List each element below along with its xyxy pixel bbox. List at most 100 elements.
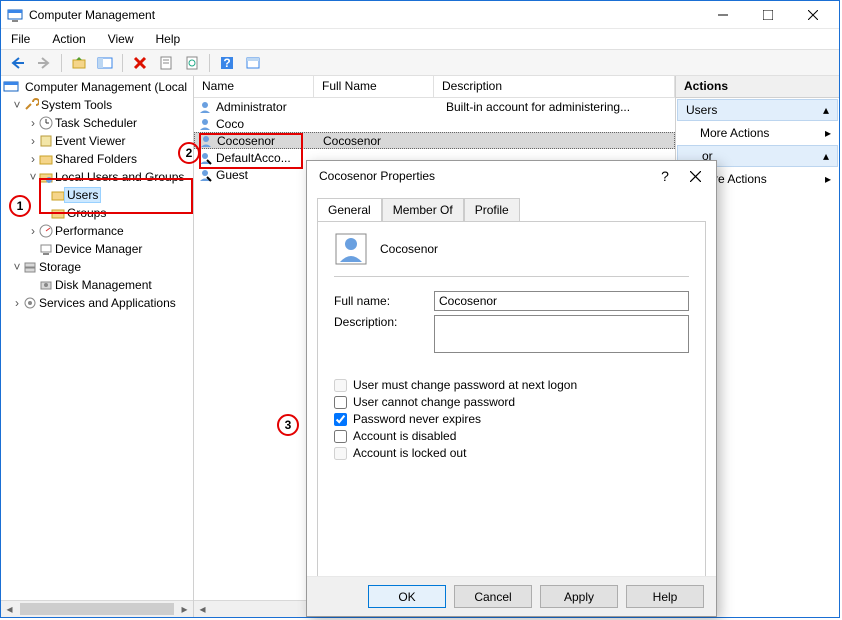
col-name[interactable]: Name [194, 76, 314, 97]
checkbox-never-expires[interactable] [334, 413, 347, 426]
tree-device-manager[interactable]: Device Manager [1, 240, 193, 258]
device-icon [39, 242, 53, 256]
disk-icon [39, 278, 53, 292]
menubar: File Action View Help [1, 29, 839, 49]
tree-system-tools[interactable]: ˅System Tools [1, 96, 193, 114]
user-disabled-icon [198, 168, 212, 182]
collapse-icon[interactable]: ˅ [27, 170, 39, 184]
check-must-change: User must change password at next logon [334, 378, 689, 392]
expand-icon[interactable]: › [27, 224, 39, 238]
services-icon [23, 296, 37, 310]
check-disabled[interactable]: Account is disabled [334, 429, 689, 443]
col-description[interactable]: Description [434, 76, 675, 97]
checkbox-disabled[interactable] [334, 430, 347, 443]
titlebar: Computer Management [1, 1, 839, 29]
tab-member-of[interactable]: Member Of [382, 198, 464, 222]
svg-text:?: ? [223, 56, 230, 70]
menu-help[interactable]: Help [152, 31, 185, 47]
folder-icon [51, 188, 65, 202]
back-button[interactable] [7, 52, 29, 74]
menu-view[interactable]: View [104, 31, 138, 47]
checkbox-cannot-change[interactable] [334, 396, 347, 409]
maximize-button[interactable] [746, 4, 790, 26]
description-row: Description: [334, 315, 689, 353]
user-icon [199, 134, 213, 148]
collapse-icon: ▴ [823, 149, 829, 163]
toolbar: ? [1, 49, 839, 76]
user-row[interactable]: Administrator Built-in account for admin… [194, 98, 675, 115]
collapse-icon[interactable]: ˅ [11, 260, 23, 274]
help-button[interactable]: ? [216, 52, 238, 74]
up-button[interactable] [68, 52, 90, 74]
dialog-title: Cocosenor Properties [313, 169, 650, 183]
tree-performance[interactable]: ›Performance [1, 222, 193, 240]
expand-icon[interactable]: › [11, 296, 23, 310]
dialog-close-button[interactable] [680, 164, 710, 188]
close-button[interactable] [791, 4, 835, 26]
submenu-icon: ▸ [825, 126, 831, 140]
checkbox-must-change [334, 379, 347, 392]
folder-icon [39, 152, 53, 166]
tree-local-users-groups[interactable]: ˅Local Users and Groups [1, 168, 193, 186]
refresh-button[interactable] [181, 52, 203, 74]
app-icon [3, 79, 19, 95]
scroll-left-icon[interactable]: ◂ [194, 601, 211, 617]
expand-icon[interactable]: › [27, 116, 39, 130]
user-row[interactable]: Coco [194, 115, 675, 132]
description-input[interactable] [434, 315, 689, 353]
tab-page-general: Cocosenor Full name: Description: User m… [317, 221, 706, 581]
actions-section-users[interactable]: Users▴ [677, 99, 838, 121]
minimize-button[interactable] [701, 4, 745, 26]
col-fullname[interactable]: Full Name [314, 76, 434, 97]
description-label: Description: [334, 315, 434, 329]
cancel-button[interactable]: Cancel [454, 585, 532, 608]
tree-pane: Computer Management (Local ˅System Tools… [1, 76, 194, 617]
menu-action[interactable]: Action [48, 31, 89, 47]
tree-event-viewer[interactable]: ›Event Viewer [1, 132, 193, 150]
checkbox-locked-out [334, 447, 347, 460]
expand-icon[interactable]: › [27, 152, 39, 166]
check-cannot-change[interactable]: User cannot change password [334, 395, 689, 409]
tree-groups[interactable]: Groups [1, 204, 193, 222]
tree-task-scheduler[interactable]: ›Task Scheduler [1, 114, 193, 132]
dialog-buttons: OK Cancel Apply Help [307, 576, 716, 616]
window-title: Computer Management [29, 8, 700, 22]
tab-general[interactable]: General [317, 198, 382, 222]
help-button[interactable]: Help [626, 585, 704, 608]
user-icon [198, 100, 212, 114]
fullname-input[interactable] [434, 291, 689, 311]
forward-button[interactable] [33, 52, 55, 74]
fullname-label: Full name: [334, 294, 434, 308]
expand-icon[interactable]: › [27, 134, 39, 148]
collapse-icon: ▴ [823, 103, 829, 117]
scroll-right-icon[interactable]: ▸ [176, 601, 193, 617]
scroll-thumb[interactable] [20, 603, 174, 615]
tree-disk-management[interactable]: Disk Management [1, 276, 193, 294]
dialog-help-button[interactable]: ? [650, 164, 680, 188]
show-hide-button[interactable] [94, 52, 116, 74]
tree-services-apps[interactable]: ›Services and Applications [1, 294, 193, 312]
actions-more-1[interactable]: More Actions▸ [676, 122, 839, 144]
user-large-icon [334, 232, 368, 266]
tree-shared-folders[interactable]: ›Shared Folders [1, 150, 193, 168]
tree-storage[interactable]: ˅Storage [1, 258, 193, 276]
tree-root[interactable]: Computer Management (Local [1, 78, 193, 96]
ok-button[interactable]: OK [368, 585, 446, 608]
user-disabled-icon [198, 151, 212, 165]
toolbar-separator [209, 54, 210, 72]
tree-scrollbar[interactable]: ◂ ▸ [1, 600, 193, 617]
scroll-left-icon[interactable]: ◂ [1, 601, 18, 617]
tree-users[interactable]: Users [1, 186, 193, 204]
delete-button[interactable] [129, 52, 151, 74]
column-headers: Name Full Name Description [194, 76, 675, 98]
fullname-row: Full name: [334, 291, 689, 311]
menu-file[interactable]: File [7, 31, 34, 47]
apply-button[interactable]: Apply [540, 585, 618, 608]
user-row-selected[interactable]: Cocosenor Cocosenor [194, 132, 675, 149]
tab-profile[interactable]: Profile [464, 198, 520, 222]
properties-button[interactable] [155, 52, 177, 74]
collapse-icon[interactable]: ˅ [11, 98, 23, 112]
properties-dialog: Cocosenor Properties ? General Member Of… [306, 160, 717, 617]
extra-button[interactable] [242, 52, 264, 74]
check-never-expires[interactable]: Password never expires [334, 412, 689, 426]
